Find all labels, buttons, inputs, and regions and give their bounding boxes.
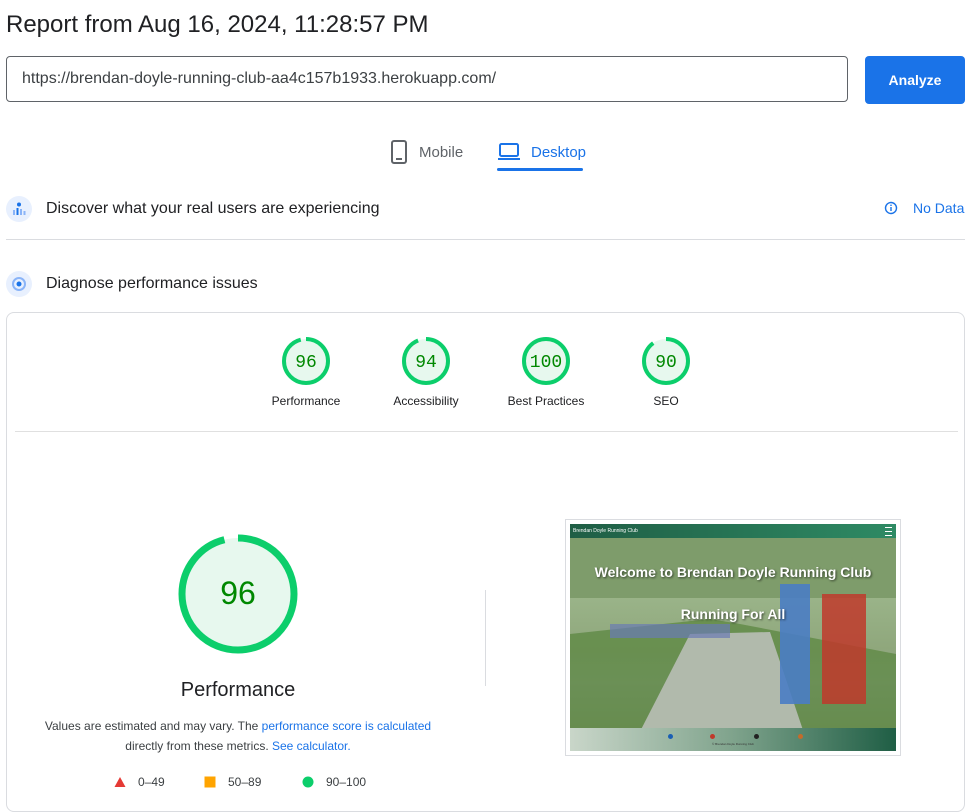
tab-mobile-label: Mobile bbox=[419, 143, 464, 161]
legend-average: 50–89 bbox=[204, 775, 261, 789]
triangle-icon bbox=[114, 777, 126, 787]
score-calculated-link[interactable]: performance score is calculated bbox=[262, 719, 431, 733]
no-data-link[interactable]: No Data bbox=[884, 200, 964, 216]
screenshot-subheading: Running For All bbox=[680, 606, 786, 622]
circle-icon bbox=[302, 776, 314, 788]
score-label: Accessibility bbox=[393, 394, 459, 408]
score-note: Values are estimated and may vary. The p… bbox=[25, 716, 451, 756]
page-title: Report from Aug 16, 2024, 11:28:57 PM bbox=[6, 11, 429, 38]
real-users-title: Discover what your real users are experi… bbox=[46, 200, 380, 217]
page-screenshot[interactable]: Brendan Doyle Running Club Welcome to Br… bbox=[565, 519, 901, 756]
url-field[interactable] bbox=[6, 56, 848, 102]
score-value: 100 bbox=[530, 353, 562, 373]
score-gauge: 96 bbox=[282, 337, 330, 385]
users-chart-icon bbox=[6, 196, 32, 222]
score-best-practices[interactable]: 100 Best Practices bbox=[486, 336, 606, 408]
section-divider bbox=[6, 239, 965, 240]
card-divider bbox=[15, 431, 958, 432]
screenshot-heading: Welcome to Brendan Doyle Running Club bbox=[594, 564, 872, 580]
legend-range: 90–100 bbox=[326, 775, 367, 789]
tab-desktop-label: Desktop bbox=[531, 143, 587, 161]
screenshot-photo bbox=[570, 538, 896, 751]
score-value: 96 bbox=[295, 353, 317, 373]
phone-icon bbox=[391, 140, 407, 164]
screenshot-image: Brendan Doyle Running Club Welcome to Br… bbox=[570, 524, 896, 751]
screenshot-footer: © Brendan Doyle Running Club bbox=[570, 728, 896, 751]
score-seo[interactable]: 90 SEO bbox=[606, 336, 726, 408]
score-gauge: 90 bbox=[642, 337, 690, 385]
vertical-divider bbox=[485, 590, 486, 686]
gauge-icon bbox=[6, 271, 32, 297]
hamburger-menu-icon bbox=[885, 527, 892, 536]
info-icon bbox=[884, 201, 898, 215]
facebook-icon bbox=[668, 734, 673, 739]
url-input[interactable] bbox=[7, 57, 822, 101]
calculator-link[interactable]: See calculator. bbox=[272, 739, 351, 753]
diagnose-title: Diagnose performance issues bbox=[46, 275, 258, 292]
legend-range: 50–89 bbox=[228, 775, 262, 789]
laptop-icon bbox=[498, 143, 520, 160]
screenshot-navbar: Brendan Doyle Running Club bbox=[570, 524, 896, 538]
active-tab-indicator bbox=[497, 168, 583, 171]
main-score-value: 96 bbox=[220, 575, 256, 611]
legend-pass: 90–100 bbox=[302, 775, 366, 789]
no-data-label: No Data bbox=[913, 200, 965, 216]
analyze-button[interactable]: Analyze bbox=[865, 56, 965, 104]
x-icon bbox=[754, 734, 759, 739]
main-score-label: Performance bbox=[180, 679, 296, 701]
score-value: 90 bbox=[655, 353, 677, 373]
score-label: Best Practices bbox=[507, 394, 585, 408]
score-accessibility[interactable]: 94 Accessibility bbox=[366, 336, 486, 408]
legend-range: 0–49 bbox=[138, 775, 165, 789]
score-performance[interactable]: 96 Performance bbox=[246, 336, 366, 408]
score-value: 94 bbox=[415, 353, 437, 373]
note-text-2: directly from these metrics. bbox=[125, 739, 272, 753]
instagram-icon bbox=[710, 734, 715, 739]
main-score-gauge: 96 bbox=[178, 534, 298, 654]
screenshot-nav-title: Brendan Doyle Running Club bbox=[573, 528, 638, 534]
score-label: Performance bbox=[271, 394, 341, 408]
strava-icon bbox=[798, 734, 803, 739]
screenshot-copyright: © Brendan Doyle Running Club bbox=[712, 742, 754, 746]
score-label: SEO bbox=[653, 394, 679, 408]
square-icon bbox=[204, 776, 216, 788]
tab-desktop[interactable]: Desktop bbox=[497, 132, 586, 172]
tab-mobile[interactable]: Mobile bbox=[389, 132, 463, 172]
score-gauge: 94 bbox=[402, 337, 450, 385]
note-text: Values are estimated and may vary. The bbox=[44, 719, 262, 733]
score-gauge: 100 bbox=[522, 337, 570, 385]
legend-fail: 0–49 bbox=[114, 775, 165, 789]
